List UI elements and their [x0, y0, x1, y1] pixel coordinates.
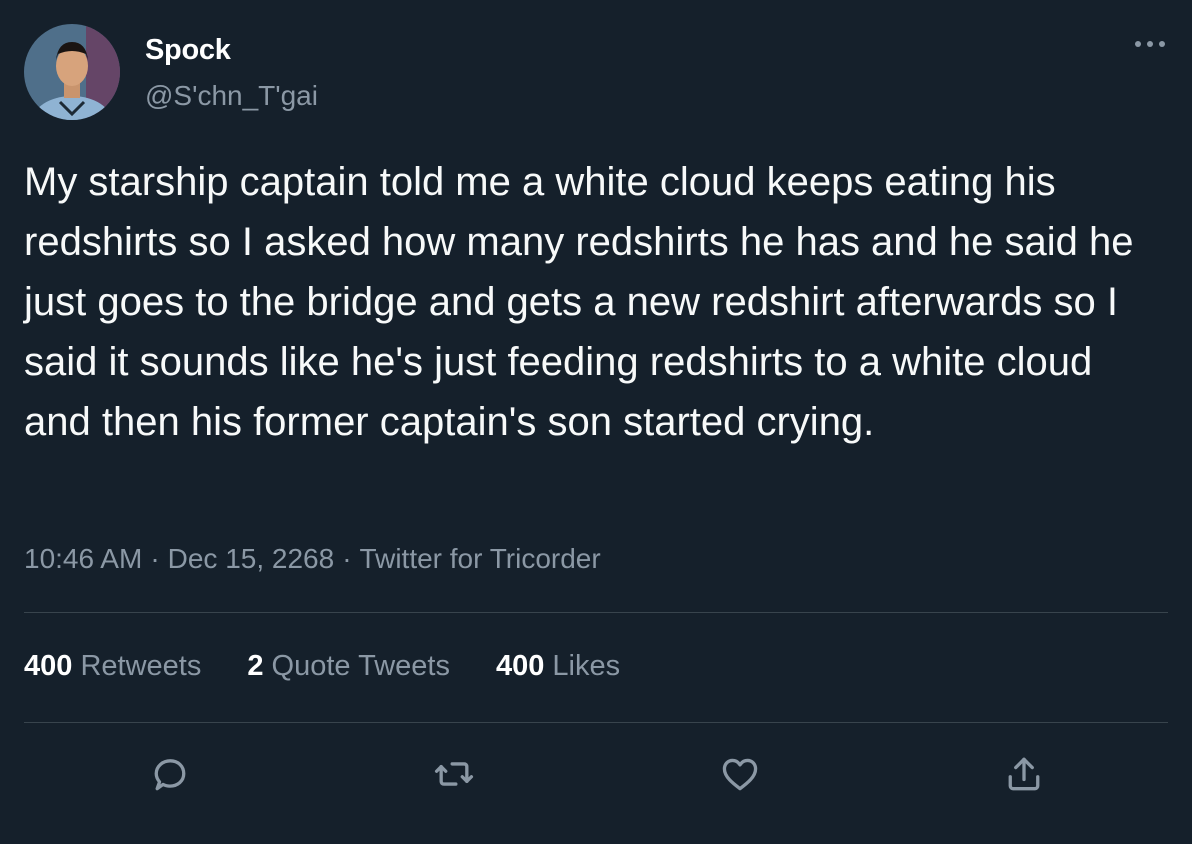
author-name[interactable]: Spock — [145, 34, 231, 67]
quotes-stat[interactable]: 2 Quote Tweets — [247, 650, 450, 683]
like-button[interactable] — [716, 750, 764, 798]
meta-separator: · — [342, 543, 352, 574]
retweet-icon — [434, 762, 474, 786]
tweet-source[interactable]: Twitter for Tricorder — [360, 543, 601, 574]
retweets-count: 400 — [24, 650, 73, 682]
meta-separator: · — [150, 543, 160, 574]
retweets-stat[interactable]: 400 Retweets — [24, 650, 201, 683]
action-bar — [0, 750, 1192, 798]
tweet-text: My starship captain told me a white clou… — [24, 160, 1134, 444]
tweet-time[interactable]: 10:46 AM — [24, 543, 142, 574]
share-icon — [1008, 757, 1040, 791]
reply-button[interactable] — [146, 750, 194, 798]
tweet-date[interactable]: Dec 15, 2268 — [168, 543, 335, 574]
tweet-meta: 10:46 AM · Dec 15, 2268 · Twitter for Tricor… — [24, 543, 601, 575]
divider — [24, 612, 1168, 613]
like-icon — [722, 758, 758, 791]
likes-count: 400 — [495, 650, 545, 682]
divider — [24, 722, 1168, 723]
quotes-label: Quote Tweets — [271, 650, 450, 682]
likes-stat[interactable]: 400 Likes — [496, 650, 620, 683]
more-options-icon[interactable] — [1130, 30, 1170, 58]
retweet-button[interactable] — [430, 750, 478, 798]
share-button[interactable] — [1000, 750, 1048, 798]
likes-label: Likes — [552, 650, 621, 682]
reply-icon — [154, 759, 186, 791]
quotes-count: 2 — [247, 650, 264, 682]
retweets-label: Retweets — [80, 650, 202, 682]
author-handle[interactable]: @S'chn_T'gai — [145, 80, 318, 112]
avatar[interactable] — [24, 24, 120, 120]
tweet-stats: 400 Retweets 2 Quote Tweets 400 Likes — [24, 650, 620, 683]
